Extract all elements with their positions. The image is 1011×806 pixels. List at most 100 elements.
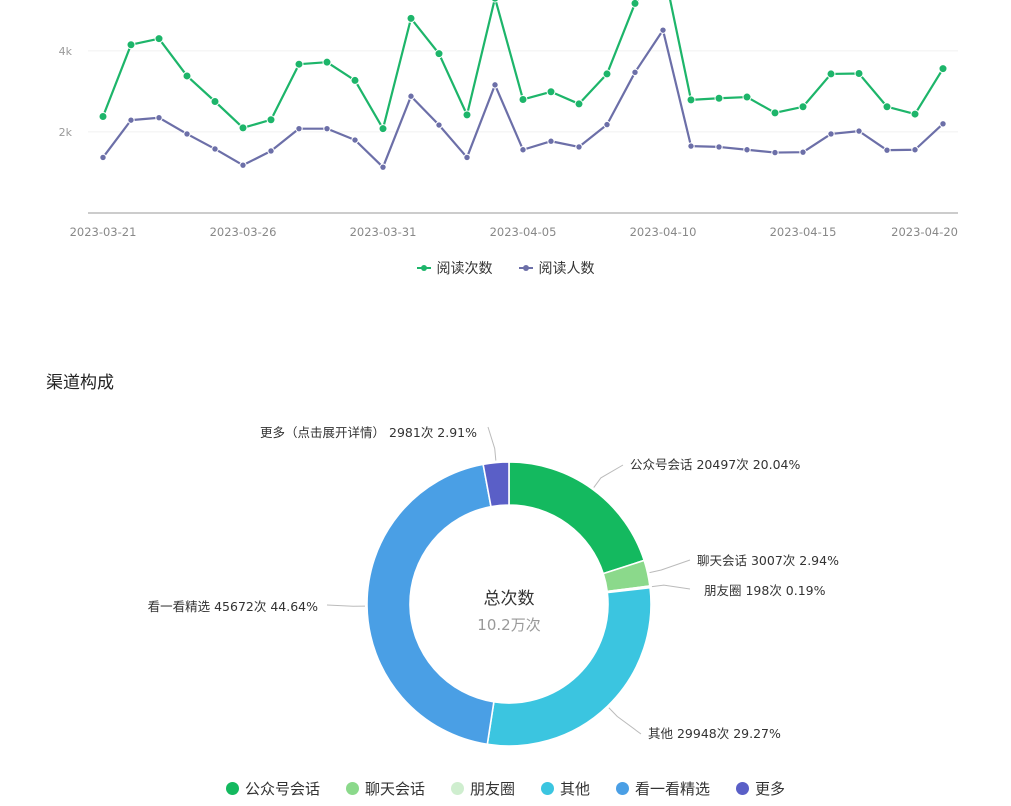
data-point (350, 75, 360, 85)
slice-label: 公众号会话 20497次 20.04% (630, 457, 800, 472)
legend-item[interactable]: 朋友圈 (450, 778, 515, 799)
data-point (519, 146, 527, 154)
legend-label: 其他 (560, 780, 591, 798)
legend-label: 朋友圈 (469, 780, 515, 798)
data-point (798, 102, 808, 112)
data-point (434, 49, 444, 59)
data-point (883, 146, 891, 154)
data-point (826, 69, 836, 79)
data-point (183, 130, 191, 138)
slice-label: 朋友圈 198次 0.19% (704, 583, 826, 598)
data-point (910, 109, 920, 119)
legend-dot-icon (345, 782, 359, 795)
data-point (911, 146, 919, 154)
legend-line-marker-icon (416, 264, 431, 272)
data-point (351, 136, 359, 144)
data-point (490, 0, 500, 3)
data-point (294, 59, 304, 69)
legend-line-marker-icon (518, 264, 533, 272)
legend-dot-icon (736, 782, 750, 795)
legend-item-readers[interactable]: 阅读人数 (518, 258, 595, 278)
leader-line (487, 426, 497, 461)
data-point (630, 0, 640, 8)
data-point (855, 127, 863, 135)
data-point (518, 94, 528, 104)
data-point (155, 114, 163, 122)
data-point (238, 123, 248, 133)
legend-item[interactable]: 更多 (736, 778, 785, 799)
line-chart: 2k 4k 2023-03-21 2023-03-26 2023-03-31 2023-… (59, 0, 958, 239)
data-point (659, 26, 667, 34)
data-point (547, 137, 555, 145)
legend-dot-icon (616, 782, 630, 795)
data-point (827, 130, 835, 138)
x-tick-label: 2023-04-15 (770, 225, 837, 239)
pie-legend: 公众号会话 聊天会话 朋友圈 其他 看一看精选 更多 (0, 778, 1011, 799)
data-point (714, 93, 724, 103)
y-tick-label: 2k (59, 126, 73, 139)
data-point (322, 57, 332, 67)
x-tick-label: 2023-04-10 (630, 225, 697, 239)
slice-label: 更多（点击展开详情） 2981次 2.91% (260, 425, 477, 440)
leader-line (608, 707, 642, 735)
data-point (211, 145, 219, 153)
legend-label: 阅读次数 (436, 261, 493, 277)
data-point (126, 40, 136, 50)
data-point (407, 92, 415, 100)
data-point (182, 71, 192, 81)
data-point (295, 124, 303, 133)
data-point (323, 124, 331, 133)
legend-item-reads[interactable]: 阅读次数 (416, 258, 493, 278)
data-point (603, 120, 611, 129)
leader-line (593, 464, 624, 488)
legend-item[interactable]: 公众号会话 (225, 778, 320, 799)
center-label: 总次数 (484, 589, 535, 609)
line-legend: 阅读次数 阅读人数 (0, 258, 1011, 278)
donut-slice (366, 463, 495, 746)
data-point (435, 121, 443, 129)
data-point (686, 95, 696, 105)
data-point (266, 115, 276, 125)
data-point (602, 69, 612, 79)
data-point (715, 143, 723, 151)
data-point (743, 146, 751, 154)
data-point (267, 147, 275, 155)
data-point (462, 110, 472, 120)
legend-item[interactable]: 聊天会话 (345, 778, 425, 799)
data-point (770, 108, 780, 118)
legend-item[interactable]: 其他 (541, 778, 590, 799)
y-tick-label: 4k (59, 45, 73, 58)
data-point (154, 34, 164, 44)
leader-line (649, 559, 691, 574)
x-tick-label: 2023-03-26 (210, 225, 277, 239)
data-point (742, 92, 752, 102)
data-point (575, 143, 583, 151)
data-point (687, 142, 695, 150)
donut-slice (508, 461, 646, 575)
x-tick-label: 2023-03-31 (350, 225, 417, 239)
data-point (546, 87, 556, 97)
data-point (379, 163, 387, 171)
data-point (127, 116, 135, 124)
x-tick-label: 2023-04-05 (490, 225, 557, 239)
data-point (378, 124, 388, 134)
donut-chart: 公众号会话 20497次 20.04% 聊天会话 3007次 2.94% 朋友圈 1… (148, 425, 839, 747)
legend-dot-icon (450, 782, 464, 795)
data-point (938, 64, 948, 74)
data-point (939, 120, 947, 128)
data-point (210, 97, 220, 106)
data-point (463, 153, 471, 162)
data-point (799, 148, 807, 156)
data-point (98, 112, 108, 122)
donut-slice (486, 586, 652, 747)
slice-label: 看一看精选 45672次 44.64% (148, 599, 318, 614)
slice-label: 其他 29948次 29.27% (648, 726, 781, 741)
legend-item[interactable]: 看一看精选 (616, 778, 710, 799)
x-tick-label: 2023-03-21 (70, 225, 137, 239)
data-point (882, 102, 892, 112)
data-point (239, 161, 247, 169)
x-tick-label: 2023-04-20 (891, 225, 958, 239)
legend-label: 看一看精选 (635, 780, 711, 798)
legend-label: 公众号会话 (244, 780, 320, 798)
legend-dot-icon (225, 782, 239, 795)
